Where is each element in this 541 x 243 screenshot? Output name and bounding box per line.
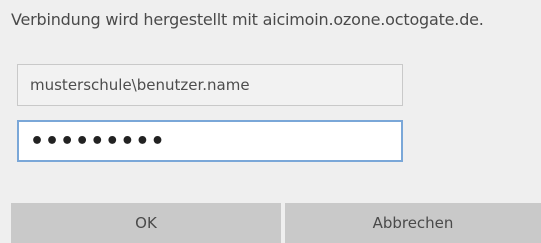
password-field[interactable]: ••••••••• [17, 120, 403, 162]
ok-button[interactable]: OK [11, 203, 281, 243]
connection-message: Verbindung wird hergestellt mit aicimoin… [11, 10, 484, 29]
cancel-button[interactable]: Abbrechen [285, 203, 541, 243]
login-dialog: Verbindung wird hergestellt mit aicimoin… [0, 0, 541, 243]
username-field[interactable]: musterschule\benutzer.name [17, 64, 403, 106]
